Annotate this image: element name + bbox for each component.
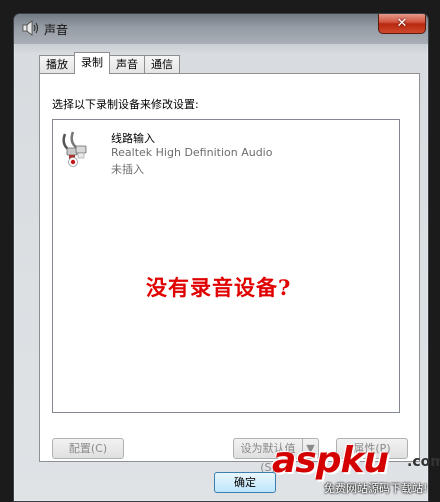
tab-recording[interactable]: 录制: [74, 52, 110, 74]
tab-sounds[interactable]: 声音: [109, 55, 145, 74]
device-list[interactable]: 线路输入 Realtek High Definition Audio 未插入 没…: [52, 119, 400, 413]
watermark-suffix: .com: [407, 454, 440, 470]
recording-panel: 选择以下录制设备来修改设置: 线路输入 Realtek High Definit…: [39, 73, 420, 474]
tab-playback[interactable]: 播放: [39, 55, 75, 74]
tab-communications[interactable]: 通信: [144, 55, 180, 74]
close-button[interactable]: ✕: [378, 14, 426, 34]
title-bar[interactable]: 声音 ✕: [14, 14, 428, 44]
instruction-text: 选择以下录制设备来修改设置:: [52, 98, 199, 111]
device-status: 未插入: [111, 163, 144, 176]
ok-button[interactable]: 确定: [214, 472, 276, 493]
line-in-cable-icon: [62, 131, 87, 167]
site-watermark: aspku .com 免费网站源码下载站!: [272, 440, 440, 500]
device-driver: Realtek High Definition Audio: [111, 146, 273, 159]
configure-button[interactable]: 配置(C): [52, 438, 124, 459]
sound-dialog-window: 声音 ✕ 播放 录制 声音 通信 选择以下录制设备来修改设置: 线路输入 Rea…: [13, 13, 429, 502]
speaker-icon: [22, 20, 38, 36]
annotation-overlay: 没有录音设备?: [146, 275, 292, 300]
tab-bar: 播放 录制 声音 通信: [39, 52, 180, 74]
device-item[interactable]: 线路输入 Realtek High Definition Audio 未插入: [57, 126, 387, 176]
window-title: 声音: [44, 23, 69, 37]
watermark-subtitle: 免费网站源码下载站!: [324, 482, 428, 495]
watermark-logo: aspku: [272, 440, 389, 481]
close-icon: ✕: [396, 15, 408, 31]
device-name: 线路输入: [111, 132, 155, 145]
